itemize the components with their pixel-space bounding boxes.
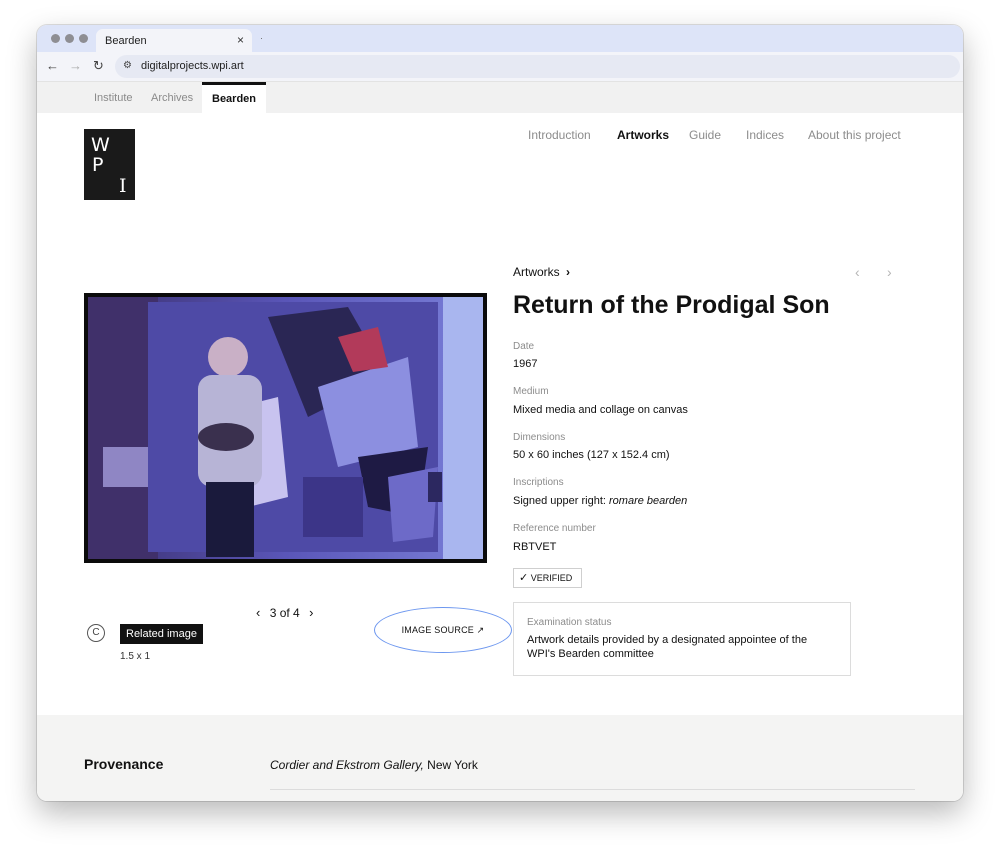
nav-about[interactable]: About this project [808, 128, 901, 144]
artwork-photo[interactable] [84, 293, 487, 563]
copyright-icon[interactable]: C [87, 624, 105, 642]
image-ratio: 1.5 x 1 [120, 651, 151, 662]
examination-status-box: Examination status Artwork details provi… [513, 602, 851, 676]
pager-count: 3 of 4 [269, 606, 300, 620]
nav-guide[interactable]: Guide [689, 128, 721, 144]
breadcrumb[interactable]: Artworks › [513, 265, 570, 279]
new-tab-icon[interactable]: · [260, 33, 263, 43]
field-label-date: Date [513, 341, 535, 352]
tab-strip: Bearden × · [37, 25, 963, 52]
breadcrumb-artworks[interactable]: Artworks [513, 265, 560, 279]
provenance-section: Provenance Cordier and Ekstrom Gallery, … [37, 715, 963, 801]
nav-artworks[interactable]: Artworks [617, 128, 669, 144]
maximize-window-icon[interactable] [79, 34, 88, 43]
provenance-entry: Cordier and Ekstrom Gallery, New York [270, 758, 478, 772]
field-value-reference: RBTVET [513, 541, 557, 553]
provenance-location: New York [427, 758, 478, 772]
site-switcher: Institute Archives Bearden [37, 81, 963, 114]
field-value-date: 1967 [513, 358, 538, 370]
logo-letter-i: I [119, 175, 127, 197]
provenance-divider [270, 789, 915, 790]
browser-toolbar: ← → ↻ ⚙ digitalprojects.wpi.art [37, 52, 963, 81]
forward-icon[interactable]: → [69, 58, 82, 73]
field-label-inscriptions: Inscriptions [513, 477, 564, 488]
reload-icon[interactable]: ↻ [93, 58, 104, 74]
field-label-medium: Medium [513, 386, 549, 397]
address-bar[interactable]: ⚙ digitalprojects.wpi.art [115, 55, 960, 78]
browser-window: Bearden × · ← → ↻ ⚙ digitalprojects.wpi.… [37, 25, 963, 801]
artwork-image [88, 297, 483, 559]
minimize-window-icon[interactable] [65, 34, 74, 43]
site-tab-bearden[interactable]: Bearden [202, 82, 267, 114]
examination-text: Artwork details provided by a designated… [527, 634, 808, 660]
close-window-icon[interactable] [51, 34, 60, 43]
logo-letter-p: P [92, 154, 104, 176]
site-settings-icon[interactable]: ⚙ [123, 60, 132, 71]
chevron-right-icon[interactable]: › [309, 605, 313, 620]
chevron-left-icon[interactable]: ‹ [256, 605, 260, 620]
inscription-prefix: Signed upper right: [513, 495, 606, 507]
back-icon[interactable]: ← [46, 58, 59, 73]
inscription-signature: romare bearden [609, 495, 688, 507]
image-source-link[interactable]: IMAGE SOURCE ↗ [374, 607, 512, 653]
previous-artwork-icon[interactable]: ‹ [855, 264, 860, 280]
field-label-reference: Reference number [513, 523, 596, 534]
field-value-dimensions: 50 x 60 inches (127 x 152.4 cm) [513, 449, 670, 461]
logo-letter-w: W [91, 134, 110, 156]
nav-introduction[interactable]: Introduction [528, 128, 591, 144]
site-tab-archives[interactable]: Archives [151, 82, 193, 114]
url-text[interactable]: digitalprojects.wpi.art [141, 60, 244, 72]
checkmark-icon: ✓ [519, 572, 529, 584]
related-image-label: Related image [120, 624, 203, 644]
wpi-logo[interactable]: W P I [84, 129, 135, 200]
field-value-inscriptions: Signed upper right: romare bearden [513, 495, 687, 507]
tab-title: Bearden [105, 35, 147, 47]
chevron-right-icon: › [566, 265, 571, 279]
tab-close-icon[interactable]: × [237, 33, 244, 47]
browser-tab[interactable]: Bearden × [96, 29, 252, 52]
image-pager: ‹ 3 of 4 › [256, 605, 313, 620]
provenance-heading: Provenance [84, 756, 164, 772]
next-artwork-icon[interactable]: › [887, 264, 892, 280]
provenance-gallery: Cordier and Ekstrom Gallery, [270, 758, 424, 772]
field-label-dimensions: Dimensions [513, 432, 566, 443]
artwork-title: Return of the Prodigal Son [513, 291, 830, 319]
field-value-medium: Mixed media and collage on canvas [513, 404, 688, 416]
verified-label: VERIFIED [530, 573, 573, 583]
verified-badge: ✓ VERIFIED [513, 568, 582, 588]
nav-indices[interactable]: Indices [746, 128, 784, 144]
examination-label: Examination status [527, 617, 612, 628]
site-tab-institute[interactable]: Institute [94, 82, 133, 114]
